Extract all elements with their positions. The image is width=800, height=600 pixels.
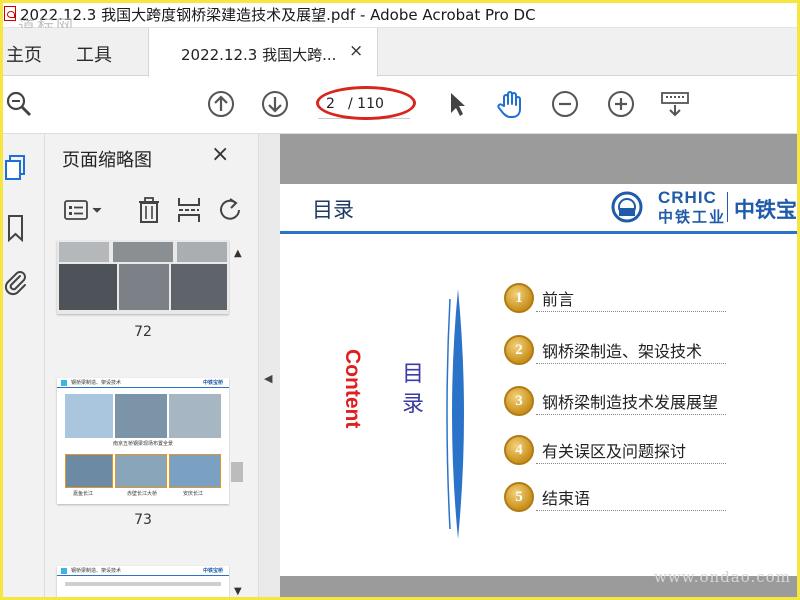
- toc-number-badge: 5: [504, 482, 534, 512]
- rotate-page-icon[interactable]: [217, 196, 245, 224]
- thumbnail-logo: 中铁宝桥: [203, 568, 224, 574]
- thumbnail-logo: 中铁宝桥: [203, 380, 224, 386]
- toc-dotted-line: [536, 463, 726, 464]
- toc-number-badge: 1: [504, 283, 534, 313]
- logo-crhic: CRHIC: [658, 188, 717, 207]
- zoom-out-icon[interactable]: [550, 89, 580, 119]
- left-rail: [0, 134, 45, 600]
- crhic-logo-icon: [610, 190, 650, 224]
- panel-title: 页面缩略图: [62, 150, 152, 171]
- thumbnails-panel: 页面缩略图 × 72 钢桥梁制造、架设技术 中铁宝桥 南京五桥钢梁现场布置全景 …: [45, 134, 258, 600]
- toc-dotted-line: [536, 311, 726, 312]
- thumbnail-heading: 钢桥梁制造、架设技术: [71, 568, 122, 574]
- page-thumbnails-icon[interactable]: [4, 154, 28, 182]
- toc-label: 有关误区及问题探讨: [542, 442, 687, 461]
- pdf-page: 目录 CRHIC 中铁工业 中铁宝 Content 目 录 1 前言 2 钢桥梁…: [280, 184, 800, 576]
- tab-tools[interactable]: 工具: [76, 41, 112, 67]
- panel-toolbar: [45, 186, 258, 236]
- tab-document-label: 2022.12.3 我国大跨...: [181, 46, 337, 64]
- logo-big: 中铁宝: [734, 198, 797, 222]
- toc-item: 1 前言: [504, 283, 754, 319]
- vertical-label-char: 录: [402, 392, 425, 417]
- document-viewer[interactable]: 目录 CRHIC 中铁工业 中铁宝 Content 目 录 1 前言 2 钢桥梁…: [280, 134, 800, 600]
- tab-close-icon[interactable]: ×: [349, 41, 363, 61]
- thumbnail-page-73[interactable]: 钢桥梁制造、架设技术 中铁宝桥 南京五桥钢梁现场布置全景 嘉鱼长江 赤壁长江大桥…: [57, 378, 229, 504]
- tab-bar: 主页 工具 2022.12.3 我国大跨... ×: [0, 28, 800, 77]
- toc-item: 4 有关误区及问题探讨: [504, 435, 754, 471]
- vertical-content-label: Content: [341, 349, 364, 429]
- toc-dotted-line: [536, 414, 726, 415]
- toc-label: 前言: [542, 290, 575, 309]
- insert-page-icon[interactable]: [175, 196, 203, 224]
- footer-watermark: www.ondao.com: [654, 568, 791, 586]
- window-title: 2022.12.3 我国大跨度钢桥梁建造技术及展望.pdf - Adobe Ac…: [20, 6, 536, 24]
- logo-divider: [727, 192, 728, 222]
- tab-home[interactable]: 主页: [6, 41, 42, 67]
- scrollbar-thumb[interactable]: [231, 462, 243, 482]
- thumbnail-page-74[interactable]: 钢桥梁制造、架设技术 中铁宝桥: [57, 566, 229, 600]
- attachment-icon[interactable]: [4, 268, 28, 296]
- title-bar: 2022.12.3 我国大跨度钢桥梁建造技术及展望.pdf - Adobe Ac…: [0, 0, 800, 28]
- scroll-up-icon[interactable]: ▲: [234, 248, 242, 259]
- previous-page-icon[interactable]: [206, 89, 236, 119]
- bookmark-icon[interactable]: [4, 214, 28, 243]
- thumbnail-options-icon[interactable]: [63, 196, 105, 224]
- toc-item: 5 结束语: [504, 482, 754, 518]
- toc-label: 结束语: [542, 489, 591, 508]
- toolbar: 2 / 110: [0, 77, 800, 134]
- thumbnail-heading: 钢桥梁制造、架设技术: [71, 380, 122, 386]
- tab-document[interactable]: 2022.12.3 我国大跨... ×: [148, 28, 378, 77]
- panel-collapse-handle[interactable]: ◀: [258, 134, 280, 600]
- header-rule: [280, 231, 800, 234]
- collapse-left-icon[interactable]: ◀: [264, 372, 272, 385]
- toc-label: 钢桥梁制造技术发展展望: [542, 393, 719, 412]
- toc-label: 钢桥梁制造、架设技术: [542, 342, 703, 361]
- next-page-icon[interactable]: [260, 89, 290, 119]
- toc-item: 2 钢桥梁制造、架设技术: [504, 335, 754, 371]
- thumbnail-page-72[interactable]: [57, 240, 229, 314]
- thumbnail-subcaption: 嘉鱼长江: [73, 491, 94, 497]
- delete-page-icon[interactable]: [135, 196, 163, 224]
- toc-dotted-line: [536, 510, 726, 511]
- thumbnail-page-number: 73: [134, 512, 152, 528]
- logo-cn: 中铁工业: [658, 208, 727, 226]
- highlight-oval: [316, 86, 416, 120]
- thumbnail-subcaption: 安庆长江: [183, 491, 204, 497]
- decorative-lens-shape: [446, 289, 470, 539]
- toc-number-badge: 2: [504, 335, 534, 365]
- toc-number-badge: 3: [504, 386, 534, 416]
- zoom-search-icon[interactable]: [4, 89, 34, 119]
- vertical-label-char: 目: [402, 362, 425, 387]
- window-control[interactable]: [772, 0, 800, 24]
- thumbnail-list[interactable]: 72 钢桥梁制造、架设技术 中铁宝桥 南京五桥钢梁现场布置全景 嘉鱼长江 赤壁长…: [45, 240, 245, 600]
- scroll-down-icon[interactable]: ▼: [234, 586, 242, 597]
- hand-tool-icon[interactable]: [496, 89, 526, 119]
- slide-header-title: 目录: [312, 198, 354, 222]
- toc-number-badge: 4: [504, 435, 534, 465]
- keyboard-icon[interactable]: [660, 89, 690, 119]
- panel-close-icon[interactable]: ×: [211, 142, 229, 167]
- acrobat-pdf-icon: [4, 6, 16, 21]
- select-cursor-icon[interactable]: [442, 89, 472, 119]
- toc-dotted-line: [536, 363, 726, 364]
- thumbnail-page-number: 72: [134, 324, 152, 340]
- thumbnail-caption: 南京五桥钢梁现场布置全景: [112, 441, 173, 447]
- toc-item: 3 钢桥梁制造技术发展展望: [504, 386, 754, 422]
- thumbnail-subcaption: 赤壁长江大桥: [127, 491, 158, 497]
- thumbnail-scrollbar[interactable]: [230, 240, 244, 600]
- zoom-in-icon[interactable]: [606, 89, 636, 119]
